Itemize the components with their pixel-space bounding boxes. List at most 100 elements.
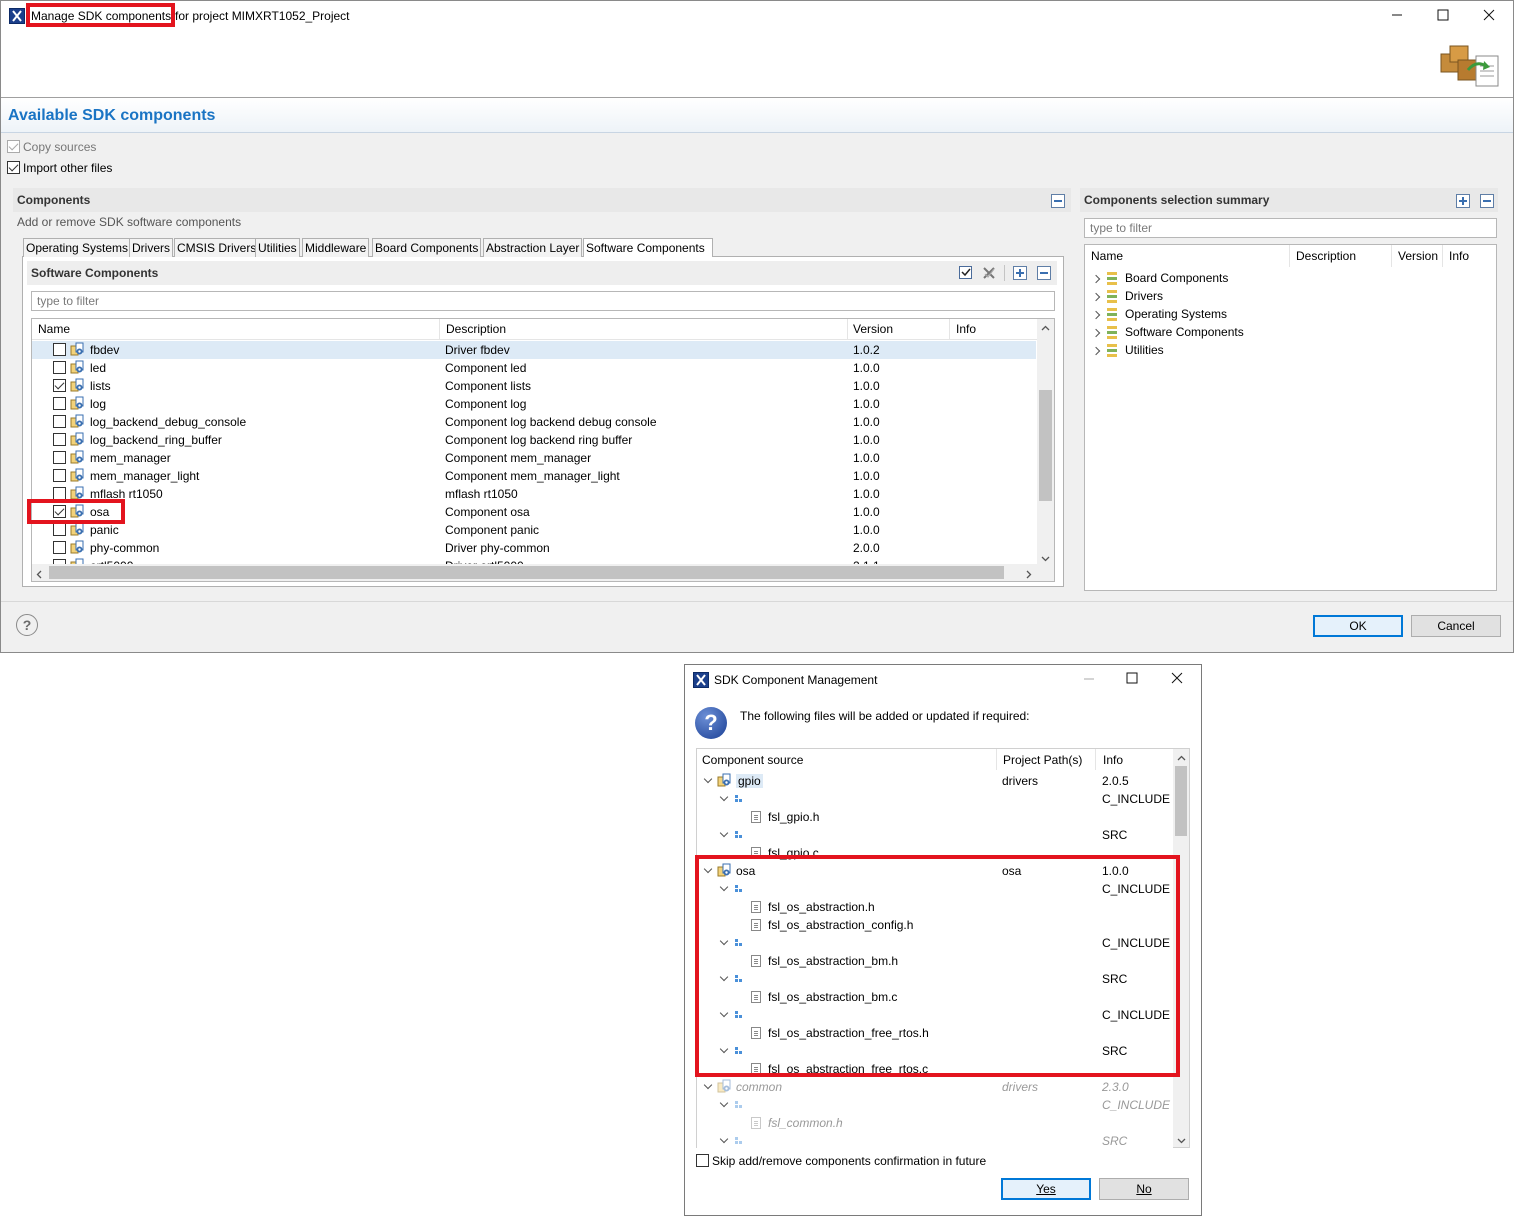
tab-software-components[interactable]: Software Components [583,238,713,257]
scroll-up-arrow[interactable] [1041,322,1050,331]
summary-filter-input[interactable]: type to filter [1084,218,1497,238]
dialog-scroll-down-arrow[interactable] [1177,1134,1186,1144]
tab-operating-systems[interactable]: Operating Systems [23,238,132,257]
column-project-paths[interactable]: Project Path(s) [1003,753,1082,767]
column-description[interactable]: Description [446,322,506,336]
component-checkbox[interactable] [53,541,66,554]
table-row[interactable]: mflash rt1050 mflash rt1050 1.0.0 [32,485,1036,503]
tree-component-row[interactable]: common drivers 2.3.0 [697,1078,1173,1096]
tab-middleware[interactable]: Middleware [302,238,370,257]
chevron-right-icon[interactable] [1091,310,1101,320]
chevron-right-icon[interactable] [1091,274,1101,284]
scroll-left-arrow[interactable] [35,568,44,579]
dialog-minimize-button[interactable] [1080,670,1098,688]
column-name[interactable]: Name [38,322,70,336]
import-other-files-checkbox[interactable] [7,161,20,174]
chevron-down-icon[interactable] [703,774,713,784]
component-checkbox[interactable] [53,361,66,374]
ok-button[interactable]: OK [1313,615,1403,637]
tree-group-row[interactable]: SRC [697,826,1173,844]
maximize-button[interactable] [1420,0,1466,30]
vertical-scroll-thumb[interactable] [1039,390,1052,501]
chevron-down-icon[interactable] [719,1098,729,1108]
collapse-all-icon[interactable] [1037,266,1051,280]
component-icon [70,468,84,482]
table-row[interactable]: osa Component osa 1.0.0 [32,503,1036,521]
component-checkbox[interactable] [53,433,66,446]
highlight-osa-box [27,499,125,524]
table-row[interactable]: log Component log 1.0.0 [32,395,1036,413]
chevron-right-icon[interactable] [1091,346,1101,356]
dialog-close-button[interactable] [1169,670,1187,688]
column-divider [1442,245,1443,267]
table-row[interactable]: fbdev Driver fbdev 1.0.2 [32,341,1036,359]
table-row[interactable]: led Component led 1.0.0 [32,359,1036,377]
chevron-right-icon[interactable] [1091,292,1101,302]
close-button[interactable] [1466,0,1512,30]
summary-tree-item[interactable]: Drivers [1090,288,1390,306]
tab-board-components[interactable]: Board Components [372,238,482,257]
column-component-source[interactable]: Component source [702,753,803,767]
summary-tree-item[interactable]: Software Components [1090,324,1390,342]
chevron-right-icon[interactable] [1091,328,1101,338]
table-row[interactable]: lists Component lists 1.0.0 [32,377,1036,395]
collapse-all-icon[interactable] [1051,194,1065,208]
tab-cmsis-drivers[interactable]: CMSIS Drivers [174,238,260,257]
expand-all-icon[interactable] [1013,266,1027,280]
check-all-icon[interactable] [959,266,972,279]
summary-column-description[interactable]: Description [1296,249,1356,263]
column-info[interactable]: Info [956,322,976,336]
chevron-down-icon[interactable] [719,828,729,838]
summary-column-version[interactable]: Version [1398,249,1438,263]
minimize-button[interactable] [1374,0,1420,30]
column-version[interactable]: Version [853,322,893,336]
tree-group-row[interactable]: C_INCLUDE [697,790,1173,808]
horizontal-scroll-thumb[interactable] [49,566,1004,579]
yes-button[interactable]: Yes [1001,1178,1091,1200]
tree-component-row[interactable]: gpio drivers 2.0.5 [697,772,1173,790]
summary-tree-item[interactable]: Utilities [1090,342,1390,360]
summary-expand-all-icon[interactable] [1456,194,1470,208]
component-checkbox[interactable] [53,343,66,356]
table-row[interactable]: mem_manager Component mem_manager 1.0.0 [32,449,1036,467]
chevron-down-icon[interactable] [719,1134,729,1144]
tab-abstraction-layer[interactable]: Abstraction Layer [483,238,583,257]
scroll-right-arrow[interactable] [1024,568,1033,579]
tree-file-row[interactable]: fsl_gpio.h [697,808,1173,826]
table-row[interactable]: panic Component panic 1.0.0 [32,521,1036,539]
component-checkbox[interactable] [53,523,66,536]
component-description: mflash rt1050 [445,487,518,501]
dialog-scroll-thumb[interactable] [1175,766,1187,836]
tree-group-row[interactable]: C_INCLUDE [697,1096,1173,1114]
tab-utilities[interactable]: Utilities [255,238,300,257]
tab-drivers[interactable]: Drivers [129,238,173,257]
component-checkbox[interactable] [53,451,66,464]
scroll-down-arrow[interactable] [1041,552,1050,562]
table-row[interactable]: phy-common Driver phy-common 2.0.0 [32,539,1036,557]
component-checkbox[interactable] [53,415,66,428]
table-row[interactable]: log_backend_ring_buffer Component log bac… [32,431,1036,449]
component-checkbox[interactable] [53,469,66,482]
uncheck-all-icon[interactable] [981,265,997,281]
chevron-down-icon[interactable] [719,792,729,802]
summary-tree-item[interactable]: Board Components [1090,270,1390,288]
table-row[interactable]: mem_manager_light Component mem_manager_l… [32,467,1036,485]
summary-collapse-all-icon[interactable] [1480,194,1494,208]
chevron-down-icon[interactable] [703,1080,713,1090]
no-button[interactable]: No [1099,1178,1189,1200]
component-checkbox[interactable] [53,379,66,392]
summary-tree-item[interactable]: Operating Systems [1090,306,1390,324]
copy-sources-checkbox[interactable] [7,140,20,153]
help-icon[interactable]: ? [16,614,38,636]
skip-confirmation-checkbox[interactable] [696,1154,709,1167]
summary-column-name[interactable]: Name [1091,249,1123,263]
column-info[interactable]: Info [1103,753,1123,767]
tree-file-row[interactable]: fsl_common.h [697,1114,1173,1132]
dialog-scroll-up-arrow[interactable] [1177,752,1186,761]
summary-column-info[interactable]: Info [1449,249,1469,263]
components-filter-input[interactable]: type to filter [31,291,1055,311]
table-row[interactable]: log_backend_debug_console Component log b… [32,413,1036,431]
cancel-button[interactable]: Cancel [1411,615,1501,637]
component-checkbox[interactable] [53,397,66,410]
dialog-maximize-button[interactable] [1124,670,1142,688]
